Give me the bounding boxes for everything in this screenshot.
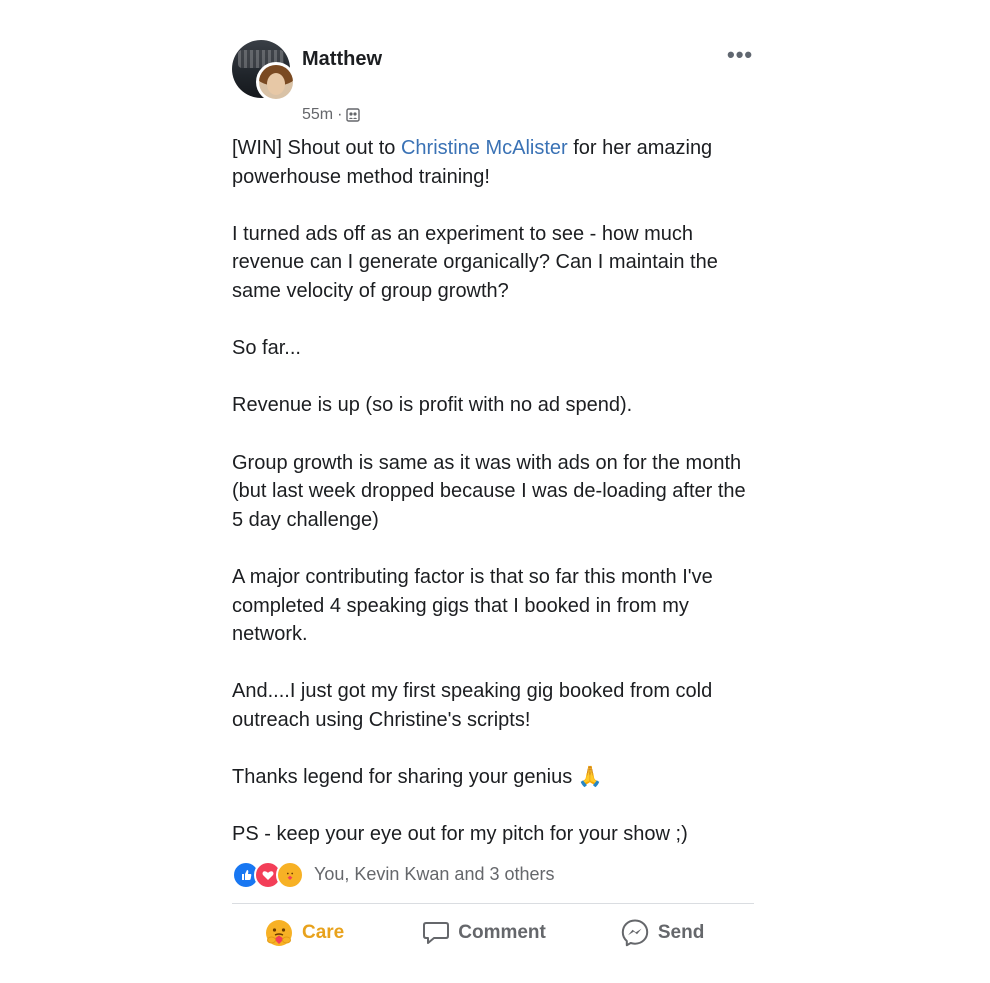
post-paragraph: So far... <box>232 337 301 360</box>
post-body: [WIN] Shout out to Christine McAlister f… <box>232 134 756 849</box>
post-paragraph: Thanks legend for sharing your genius 🙏 <box>232 763 756 792</box>
reactions-summary[interactable]: You, Kevin Kwan and 3 others <box>314 864 555 885</box>
care-button[interactable]: Care <box>264 918 344 948</box>
send-button[interactable]: Send <box>620 918 704 948</box>
post-paragraph: A major contributing factor is that so f… <box>232 565 713 646</box>
reaction-icons <box>232 860 304 889</box>
mention-link[interactable]: Christine McAlister <box>401 137 568 159</box>
author-avatar[interactable] <box>256 62 296 102</box>
comment-label: Comment <box>458 921 546 943</box>
post-header: Matthew 55m · ••• <box>232 38 756 134</box>
post-time[interactable]: 55m <box>302 106 333 124</box>
meta-separator: · <box>337 106 343 123</box>
post-paragraph: Group growth is same as it was with ads … <box>232 451 746 531</box>
paragraph-text: [WIN] Shout out to <box>232 137 401 159</box>
comment-button[interactable]: Comment <box>422 920 546 946</box>
send-label: Send <box>657 921 705 943</box>
more-options-icon[interactable]: ••• <box>727 44 753 66</box>
post-paragraph: And....I just got my first speaking gig … <box>232 680 713 731</box>
post-actions: Care Comment Send <box>232 904 756 962</box>
pray-emoji-icon: 🙏 <box>577 766 603 789</box>
group-avatar[interactable] <box>232 40 296 102</box>
post-paragraph: Revenue is up (so is profit with no ad s… <box>232 394 633 417</box>
post-card: Matthew 55m · ••• [WIN] Shout out to Chr… <box>232 38 756 962</box>
group-privacy-icon <box>346 108 361 122</box>
post-paragraph: [WIN] Shout out to Christine McAlister f… <box>232 134 756 191</box>
care-reaction-icon <box>264 918 294 948</box>
care-label: Care <box>302 921 345 943</box>
messenger-icon <box>620 918 650 948</box>
post-meta: 55m · <box>302 106 361 124</box>
post-paragraph: PS - keep your eye out for my pitch for … <box>232 823 688 846</box>
comment-icon <box>422 920 450 946</box>
paragraph-text: Thanks legend for sharing your genius <box>232 766 578 789</box>
author-name[interactable]: Matthew <box>302 48 382 71</box>
care-icon <box>276 860 304 889</box>
reactions-bar[interactable]: You, Kevin Kwan and 3 others <box>232 860 756 889</box>
post-paragraph: I turned ads off as an experiment to see… <box>232 222 718 302</box>
